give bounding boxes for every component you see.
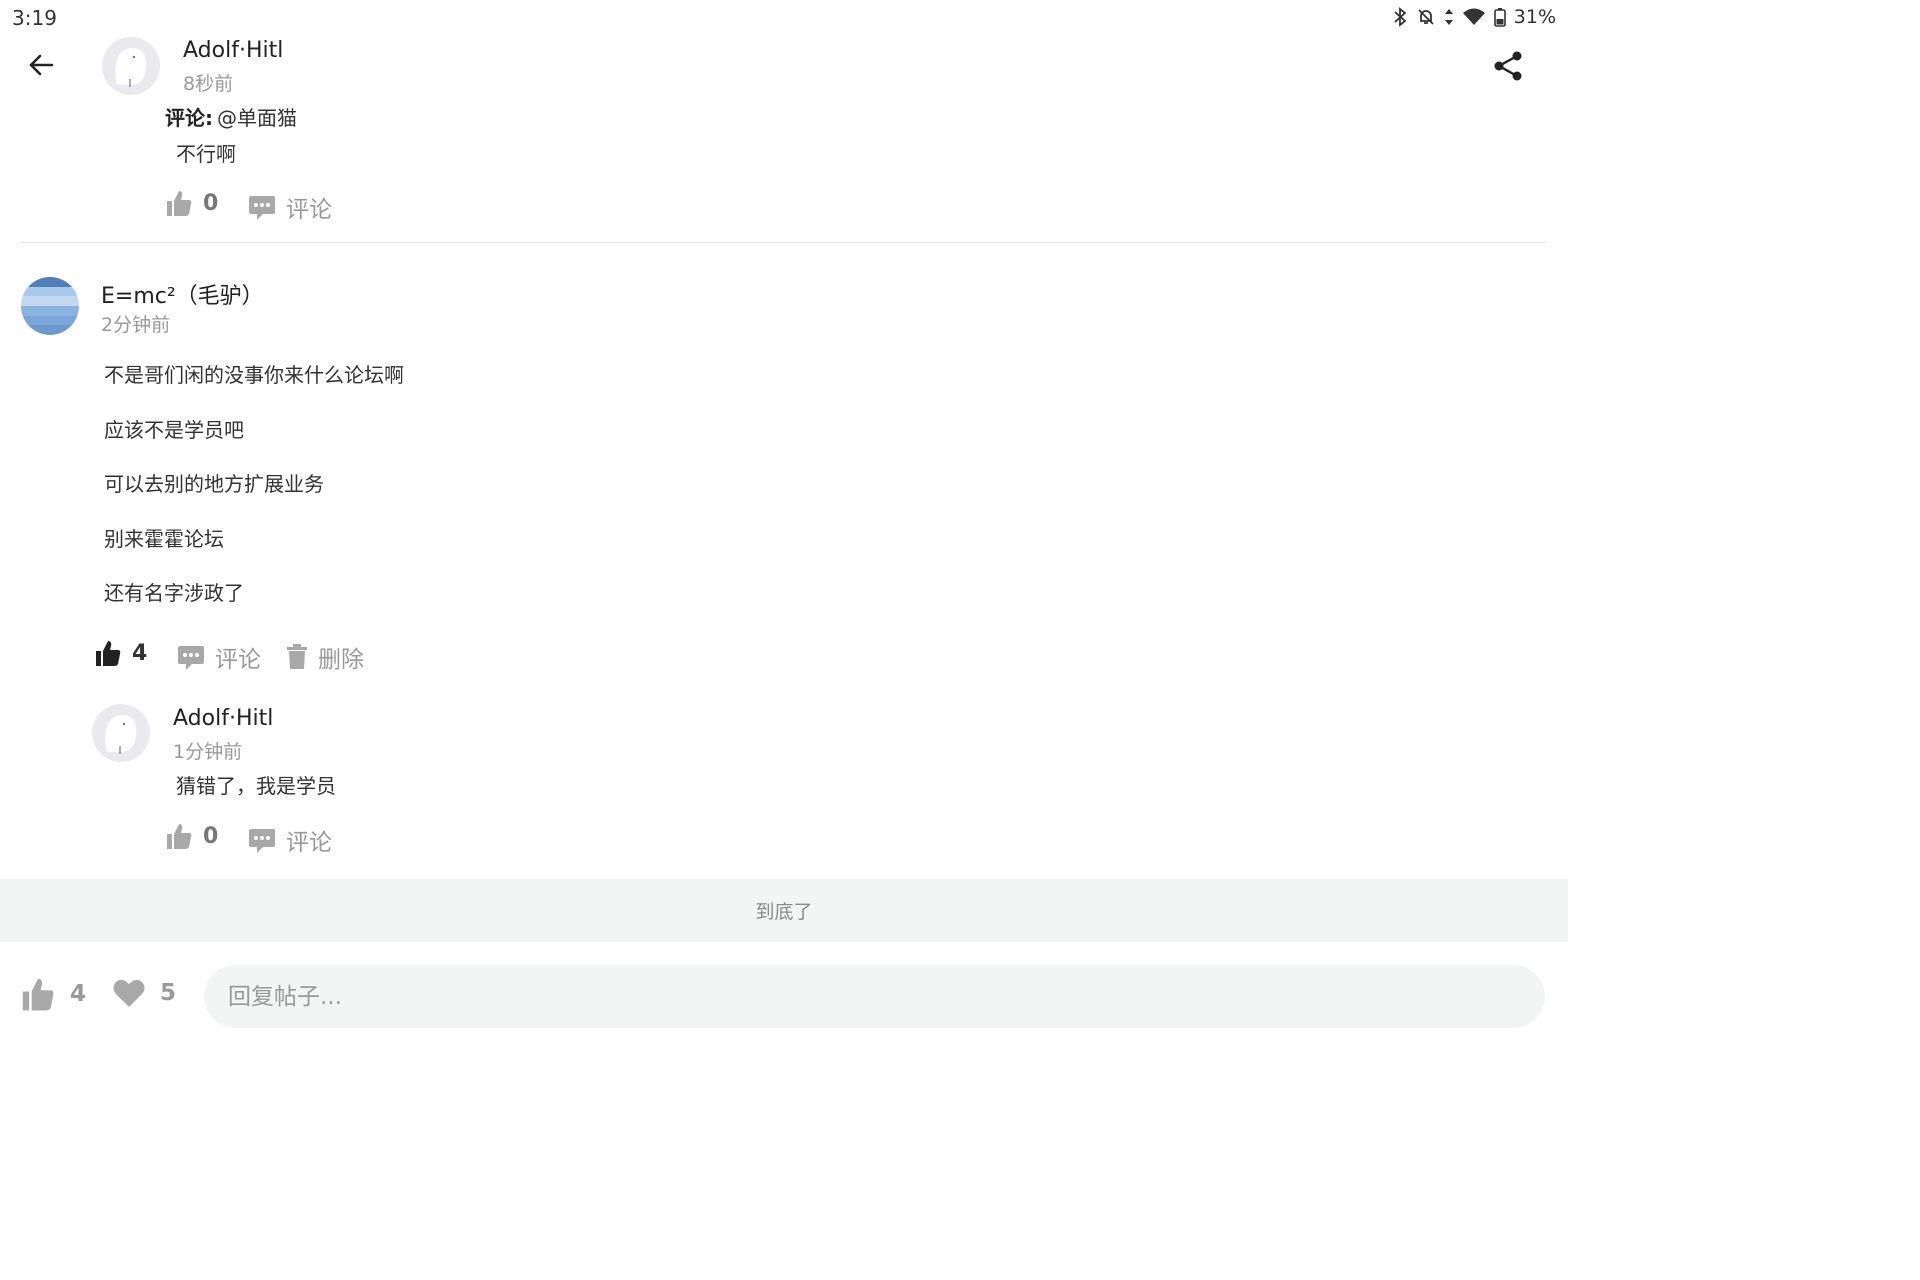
favorite-button[interactable]: 5 — [112, 977, 176, 1009]
post-line: 不是哥们闲的没事你来什么论坛啊 — [104, 363, 404, 387]
favorite-count: 5 — [160, 980, 177, 1006]
status-icons: 31% — [1392, 6, 1556, 28]
reply-prefix: 评论: — [165, 106, 213, 130]
like-button[interactable]: 0 — [165, 188, 218, 218]
delete-label: 删除 — [318, 647, 364, 673]
avatar[interactable] — [92, 704, 150, 762]
like-count: 0 — [203, 190, 219, 216]
like-count: 0 — [203, 823, 219, 849]
post-line: 应该不是学员吧 — [104, 418, 244, 442]
battery-level: 31% — [1513, 6, 1556, 28]
arrow-left-icon — [29, 54, 54, 76]
mute-bell-icon — [1418, 9, 1434, 25]
reply-text: 猜错了，我是学员 — [176, 774, 336, 798]
data-arrows-icon — [1444, 9, 1453, 25]
like-button[interactable]: 0 — [165, 821, 218, 851]
post-like-count: 4 — [70, 981, 87, 1007]
comment-text: 不行啊 — [176, 142, 236, 166]
divider — [20, 242, 1547, 243]
post-username[interactable]: E=mc²（毛驴） — [101, 278, 264, 310]
like-button[interactable]: 4 — [94, 638, 147, 668]
comment-label: 评论 — [286, 197, 332, 223]
battery-icon — [1493, 8, 1506, 27]
comment-icon — [249, 829, 275, 853]
ghost-avatar-icon — [115, 48, 147, 87]
end-of-list-banner: 到底了 — [0, 879, 1568, 942]
ghost-avatar-icon — [105, 715, 137, 754]
post-time: 2分钟前 — [101, 314, 171, 336]
post-line: 还有名字涉政了 — [104, 581, 244, 605]
trash-icon — [287, 644, 307, 669]
reply-reference: 评论: @单面猫 — [165, 102, 297, 131]
reply-input[interactable] — [204, 965, 1545, 1028]
comment-button[interactable]: 评论 — [177, 640, 261, 674]
reply-username[interactable]: Adolf·Hitl — [173, 706, 273, 731]
thumbs-up-icon — [22, 978, 54, 1011]
comment-button[interactable]: 评论 — [248, 823, 332, 857]
comment-time: 8秒前 — [183, 73, 234, 95]
comment-icon — [178, 646, 204, 670]
thumbs-up-icon — [167, 191, 192, 216]
comment-username[interactable]: Adolf·Hitl — [183, 38, 283, 63]
like-count: 4 — [132, 640, 148, 666]
wifi-icon — [1462, 8, 1485, 25]
heart-icon — [113, 979, 145, 1007]
post-like-button[interactable]: 4 — [20, 975, 86, 1013]
post-line: 可以去别的地方扩展业务 — [104, 472, 324, 496]
avatar[interactable] — [21, 277, 79, 335]
comment-button[interactable]: 评论 — [248, 190, 332, 224]
reply-time: 1分钟前 — [173, 741, 243, 763]
delete-button[interactable]: 删除 — [286, 640, 364, 674]
comment-icon — [249, 196, 275, 220]
reply-target[interactable]: @单面猫 — [217, 106, 297, 130]
back-button[interactable] — [22, 46, 60, 84]
status-time: 3:19 — [12, 6, 57, 30]
end-label: 到底了 — [755, 901, 813, 923]
thumbs-up-icon — [167, 824, 192, 849]
avatar[interactable] — [102, 37, 160, 95]
comment-label: 评论 — [215, 647, 261, 673]
share-button[interactable] — [1488, 46, 1528, 86]
bluetooth-icon — [1394, 7, 1407, 27]
share-icon — [1494, 51, 1522, 81]
comment-label: 评论 — [286, 830, 332, 856]
thumbs-up-icon — [96, 641, 121, 666]
post-line: 别来霍霍论坛 — [104, 527, 224, 551]
